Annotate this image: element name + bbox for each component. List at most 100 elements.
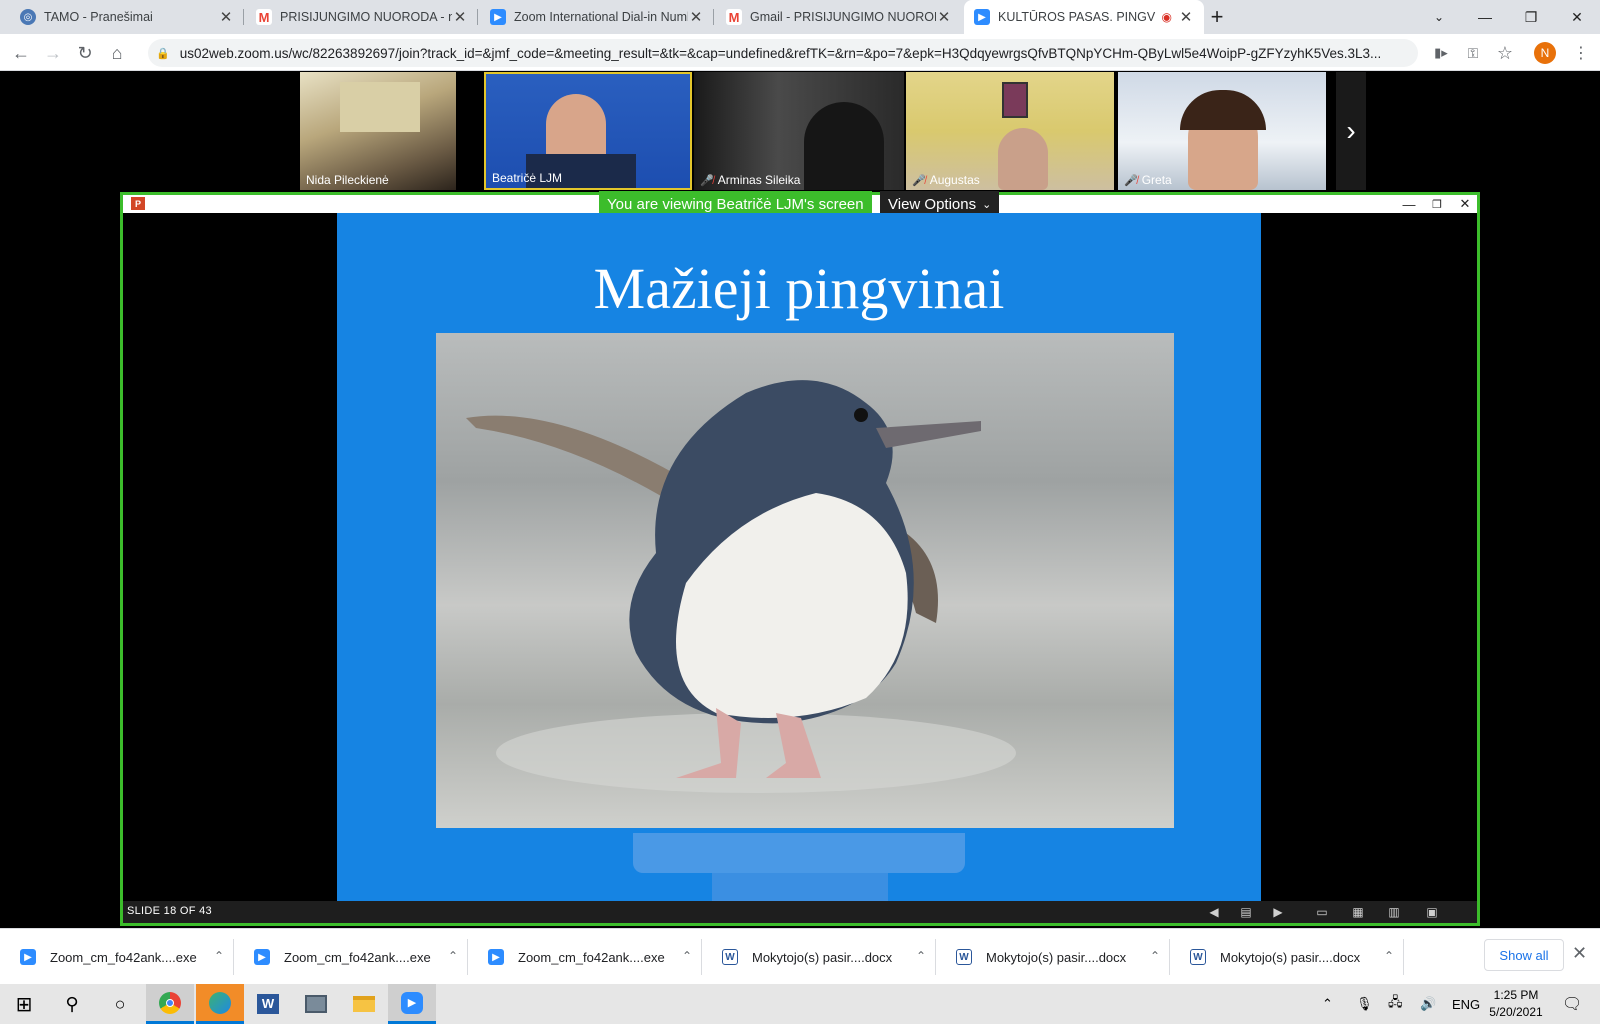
close-icon[interactable]: ✕ bbox=[1572, 943, 1587, 964]
download-filename: Mokytojo(s) pasir....docx bbox=[986, 949, 1127, 965]
tab-zoom-dialin[interactable]: ▶ Zoom International Dial-in Numb ✕ bbox=[480, 0, 714, 34]
close-window-button[interactable]: ✕ bbox=[1554, 0, 1600, 34]
chevron-up-icon[interactable]: ⌃ bbox=[682, 949, 692, 963]
zoom-icon: ▶ bbox=[254, 949, 270, 965]
chevron-up-icon[interactable]: ⌃ bbox=[1150, 949, 1160, 963]
participant-video[interactable]: 🎤̸ Augustas bbox=[906, 72, 1114, 190]
profile-avatar[interactable]: N bbox=[1534, 42, 1556, 64]
close-icon[interactable]: ✕ bbox=[688, 8, 704, 26]
system-clock[interactable]: 1:25 PM 5/20/2021 bbox=[1478, 987, 1554, 1021]
download-item[interactable]: ▶ Zoom_cm_fo42ank....exe ⌃ bbox=[234, 929, 468, 985]
camera-blocked-icon[interactable]: ▮▸ bbox=[1428, 40, 1454, 66]
wall-picture bbox=[1002, 82, 1028, 118]
tab-gmail[interactable]: M Gmail - PRISIJUNGIMO NUOROD ✕ bbox=[716, 0, 962, 34]
close-icon[interactable]: ✕ bbox=[936, 8, 952, 26]
participant-video[interactable]: 🎤̸ Arminas Sileika bbox=[694, 72, 904, 190]
download-item[interactable]: ▶ Zoom_cm_fo42ank....exe ⌃ bbox=[468, 929, 702, 985]
chevron-up-icon[interactable]: ⌃ bbox=[448, 949, 458, 963]
zoom-icon: ▶ bbox=[20, 949, 36, 965]
close-icon[interactable]: ✕ bbox=[1178, 8, 1194, 26]
chevron-up-icon[interactable]: ⌃ bbox=[1384, 949, 1394, 963]
participant-video-active[interactable]: Beatričė LJM bbox=[484, 72, 692, 190]
key-icon[interactable]: ⚿ bbox=[1460, 40, 1486, 66]
word-icon: W bbox=[1190, 949, 1206, 965]
forward-arrow-icon[interactable]: → bbox=[40, 40, 66, 66]
presentation-status-bar: SLIDE 18 OF 43 ◀ ▤ ▶ ▭ ▦ ▥ ▣ bbox=[123, 901, 1477, 923]
chrome-icon[interactable] bbox=[146, 984, 194, 1024]
tab-title: Gmail - PRISIJUNGIMO NUOROD bbox=[750, 10, 936, 24]
view-options-label: View Options bbox=[888, 195, 977, 213]
address-bar[interactable]: 🔒 us02web.zoom.us/wc/82263892697/join?tr… bbox=[148, 39, 1418, 67]
download-filename: Zoom_cm_fo42ank....exe bbox=[50, 949, 197, 965]
tab-kulturos-pasas[interactable]: ▶ KULTŪROS PASAS. PINGVINA ◉ ✕ bbox=[964, 0, 1204, 34]
download-item[interactable]: ▶ Zoom_cm_fo42ank....exe ⌃ bbox=[0, 929, 234, 985]
classroom-wall bbox=[340, 82, 420, 132]
chevron-up-icon[interactable]: ⌃ bbox=[214, 949, 224, 963]
participant-name: 🎤̸ Augustas bbox=[912, 173, 980, 187]
close-icon[interactable]: ✕ bbox=[218, 8, 234, 26]
lock-icon: 🔒 bbox=[156, 47, 170, 60]
penguin-illustration bbox=[466, 380, 1016, 793]
download-item[interactable]: W Mokytojo(s) pasir....docx ⌃ bbox=[1170, 929, 1404, 985]
participant-name: Nida Pileckienė bbox=[306, 173, 389, 187]
participant-name: 🎤̸ Arminas Sileika bbox=[700, 173, 801, 187]
chevron-down-icon: ⌄ bbox=[982, 198, 992, 211]
minimize-button[interactable]: — bbox=[1462, 0, 1508, 34]
new-tab-button[interactable]: + bbox=[1202, 0, 1232, 34]
tab-tamo[interactable]: ◎ TAMO - Pranešimai ✕ bbox=[10, 0, 244, 34]
task-view-icon[interactable]: ○ bbox=[96, 984, 144, 1024]
participant-video[interactable]: 🎤̸ Greta bbox=[1118, 72, 1326, 190]
windows-taskbar: ⊞ ⚲ ○ W ▶ ⌃ 🎙 🖧 🔊 ENG 1:25 PM 5/20/2021 … bbox=[0, 984, 1600, 1024]
slideshow-icon: ▣ bbox=[1426, 905, 1438, 919]
participant-video[interactable]: Nida Pileckienė bbox=[300, 72, 456, 190]
menu-dots-icon[interactable]: ⋮ bbox=[1568, 40, 1594, 66]
participant-hair bbox=[1180, 90, 1266, 130]
file-explorer-icon[interactable] bbox=[340, 984, 388, 1024]
download-filename: Mokytojo(s) pasir....docx bbox=[752, 949, 893, 965]
clock-time: 1:25 PM bbox=[1493, 988, 1539, 1002]
next-participants-chevron-icon[interactable]: › bbox=[1336, 72, 1366, 190]
tab-search-icon[interactable]: ⌄ bbox=[1416, 0, 1462, 34]
edge-icon[interactable] bbox=[196, 984, 244, 1024]
reload-icon[interactable]: ↻ bbox=[72, 40, 98, 66]
volume-icon[interactable]: 🔊 bbox=[1420, 984, 1436, 1024]
slide-decoration bbox=[633, 833, 965, 873]
download-item[interactable]: W Mokytojo(s) pasir....docx ⌃ bbox=[936, 929, 1170, 985]
muted-mic-icon: 🎤̸ bbox=[1124, 174, 1138, 187]
star-icon[interactable]: ☆ bbox=[1492, 40, 1518, 66]
microphone-icon[interactable]: 🎙 bbox=[1356, 984, 1373, 1024]
close-icon[interactable]: ✕ bbox=[452, 8, 468, 26]
gmail-icon: M bbox=[726, 9, 742, 25]
word-icon[interactable]: W bbox=[244, 984, 292, 1024]
normal-view-icon: ▭ bbox=[1316, 905, 1328, 919]
news-app-icon[interactable] bbox=[292, 984, 340, 1024]
search-icon[interactable]: ⚲ bbox=[48, 984, 96, 1024]
chevron-up-icon[interactable]: ⌃ bbox=[916, 949, 926, 963]
participant-silhouette bbox=[804, 102, 884, 190]
previous-slide-icon: ◀ bbox=[1209, 905, 1219, 919]
download-filename: Mokytojo(s) pasir....docx bbox=[1220, 949, 1361, 965]
notifications-icon[interactable]: 🗨 bbox=[1562, 984, 1582, 1024]
participant-face bbox=[998, 128, 1048, 190]
zoom-meeting: Nida Pileckienė Beatričė LJM 🎤̸ Arminas S… bbox=[0, 72, 1600, 928]
recording-icon: ◉ bbox=[1161, 10, 1172, 24]
download-item[interactable]: W Mokytojo(s) pasir....docx ⌃ bbox=[702, 929, 936, 985]
network-icon[interactable]: 🖧 bbox=[1388, 984, 1403, 1024]
restore-button[interactable]: ❐ bbox=[1508, 0, 1554, 34]
zoom-icon[interactable]: ▶ bbox=[388, 984, 436, 1024]
tab-title: TAMO - Pranešimai bbox=[44, 10, 153, 24]
tamo-icon: ◎ bbox=[20, 9, 36, 25]
home-icon[interactable]: ⌂ bbox=[104, 40, 130, 66]
shared-screen: P — ❐ ✕ You are viewing Beatričė LJM's s… bbox=[120, 191, 1480, 926]
chevron-up-icon[interactable]: ⌃ bbox=[1322, 984, 1333, 1024]
shared-minimize-icon: — bbox=[1402, 196, 1416, 212]
windows-start-icon[interactable]: ⊞ bbox=[0, 984, 48, 1024]
tab-prisijungimo[interactable]: M PRISIJUNGIMO NUORODA - npil ✕ bbox=[246, 0, 478, 34]
muted-mic-icon: 🎤̸ bbox=[700, 174, 714, 187]
slide-title: Mažieji pingvinai bbox=[593, 256, 1005, 321]
input-language[interactable]: ENG bbox=[1452, 984, 1480, 1024]
show-all-button[interactable]: Show all bbox=[1484, 939, 1564, 971]
muted-mic-icon: 🎤̸ bbox=[912, 174, 926, 187]
next-slide-icon: ▶ bbox=[1273, 905, 1283, 919]
back-arrow-icon[interactable]: ← bbox=[8, 40, 34, 66]
